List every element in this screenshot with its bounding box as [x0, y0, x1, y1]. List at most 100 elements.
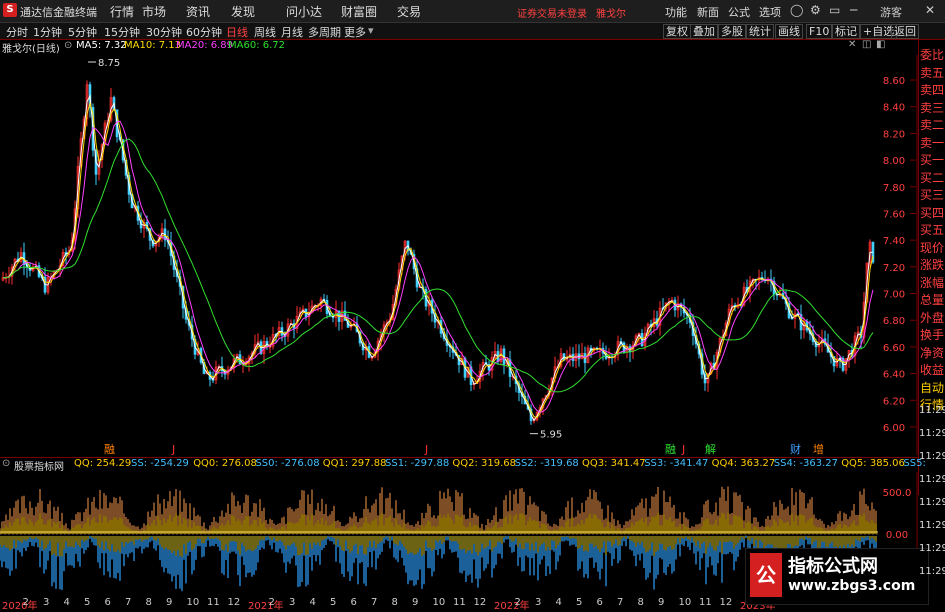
time-label: 11:29	[919, 451, 945, 462]
side-panel-item[interactable]: 自动	[920, 381, 944, 395]
tab-monthly[interactable]: 月线	[281, 24, 303, 40]
price-tick-label: 7.20	[883, 263, 905, 274]
ma5-line	[2, 94, 874, 422]
event-marker[interactable]: J	[171, 443, 175, 455]
chart-title: 雅戈尔(日线)	[2, 44, 60, 55]
gear-icon[interactable]: ⚙	[810, 3, 821, 17]
menu-trade[interactable]: 交易	[397, 3, 421, 20]
date-tick-label: 5	[576, 597, 583, 608]
side-panel-item[interactable]: 卖四	[920, 83, 944, 97]
tab-daily[interactable]: 日线	[226, 24, 248, 40]
indicator-axis-label: 0.00	[886, 530, 908, 541]
restore-icon[interactable]: ─	[850, 3, 857, 17]
low-price-label: 5.95	[540, 430, 562, 441]
side-panel-item[interactable]: 买四	[920, 206, 944, 220]
side-panel-item[interactable]: 卖二	[920, 118, 944, 132]
user-icon[interactable]: ◯	[790, 3, 803, 17]
side-panel-item[interactable]: 外盘	[920, 311, 944, 325]
indicator-name[interactable]: 股票指标网	[14, 458, 64, 473]
minimize-icon[interactable]: ▭	[829, 3, 840, 17]
side-panel-item[interactable]: 买三	[920, 188, 944, 202]
tool-function[interactable]: 功能	[665, 4, 687, 20]
btn-f10[interactable]: F10	[806, 24, 833, 39]
btn-mark[interactable]: 标记	[832, 24, 860, 39]
chart-expand-icon[interactable]: ◫	[862, 39, 871, 50]
tab-60min[interactable]: 60分钟	[186, 24, 222, 40]
high-price-label: 8.75	[98, 58, 120, 69]
tab-multi-period[interactable]: 多周期	[308, 24, 341, 40]
side-panel-item[interactable]: 买五	[920, 223, 944, 237]
menu-wealth[interactable]: 财富圈	[341, 3, 377, 20]
btn-multi-stock[interactable]: 多股	[718, 24, 746, 39]
indicator-value: QQ1: 297.88	[322, 458, 387, 469]
side-panel-item[interactable]: 买一	[920, 153, 944, 167]
side-panel-item[interactable]: 卖一	[920, 136, 944, 150]
btn-draw[interactable]: 画线	[775, 24, 803, 39]
event-marker[interactable]: 财	[790, 442, 801, 455]
candlestick-chart[interactable]: 8.60 8.40 8.20 8.00 7.80 7.60 7.40 7.20 7.00 6.80…	[0, 55, 918, 455]
tab-intraday[interactable]: 分时	[6, 24, 28, 40]
btn-adjust[interactable]: 复权	[663, 24, 691, 39]
close-icon[interactable]: ✕	[925, 3, 935, 17]
event-marker[interactable]: J	[424, 443, 428, 455]
btn-overlay[interactable]: 叠加	[690, 24, 718, 39]
menu-quotes[interactable]: 行情	[110, 3, 134, 20]
side-panel-item[interactable]: 总量	[920, 293, 944, 307]
side-panel-item[interactable]: 收益	[920, 363, 944, 377]
ma60-value: MA60: 6.72	[228, 40, 286, 51]
side-panel-item[interactable]: 卖五	[920, 66, 944, 80]
tool-formula[interactable]: 公式	[728, 4, 750, 20]
price-tick-label: 7.40	[883, 236, 905, 247]
date-tick-label: 2	[514, 597, 521, 608]
app-logo-icon: S	[3, 3, 17, 17]
tool-options[interactable]: 选项	[759, 4, 781, 20]
side-panel-item[interactable]: 委比	[920, 48, 944, 62]
price-tick-label: 6.20	[883, 396, 905, 407]
tab-weekly[interactable]: 周线	[254, 24, 276, 40]
date-tick-label: 5	[84, 597, 91, 608]
event-marker[interactable]: J	[681, 443, 685, 455]
event-marker[interactable]: 融	[104, 443, 115, 455]
price-tick-label: 8.40	[883, 103, 905, 114]
side-panel-item[interactable]: 卖三	[920, 101, 944, 115]
tab-30min[interactable]: 30分钟	[146, 24, 182, 40]
ma5-value: MA5: 7.32	[76, 40, 127, 51]
stock-name-title: 雅戈尔	[596, 9, 626, 20]
date-tick-label: 7	[125, 597, 132, 608]
side-panel-item[interactable]: 现价	[920, 241, 944, 255]
event-marker[interactable]: 融	[665, 443, 676, 455]
event-marker[interactable]: 增	[813, 442, 824, 455]
title-bar: S 通达信金融终端 行情 市场 资讯 发现 问小达 财富圈 交易 证券交易未登录…	[0, 0, 945, 23]
chart-settings-icon[interactable]: ✕	[848, 39, 856, 50]
date-tick-label: 9	[658, 597, 665, 608]
tab-1min[interactable]: 1分钟	[33, 24, 62, 40]
settings-circle-icon[interactable]: ⊙	[64, 40, 72, 51]
menu-market[interactable]: 市场	[142, 3, 166, 20]
event-marker[interactable]: 解	[705, 442, 716, 455]
time-label: 11:29	[919, 405, 945, 416]
ma10-value: MA10: 7.13	[124, 40, 182, 51]
indicator-settings-icon[interactable]: ⊙	[2, 458, 10, 469]
menu-xiaoda[interactable]: 问小达	[286, 3, 322, 20]
tool-new-page[interactable]: 新面	[697, 4, 719, 20]
side-panel-item[interactable]: 净资	[920, 346, 944, 360]
chevron-down-icon[interactable]: ▾	[368, 24, 374, 37]
guest-label[interactable]: 游客	[880, 4, 902, 20]
tab-15min[interactable]: 15分钟	[104, 24, 140, 40]
side-panel-item[interactable]: 涨幅	[920, 276, 944, 290]
tab-5min[interactable]: 5分钟	[68, 24, 97, 40]
indicator-value: SS3: -341.47	[644, 458, 709, 469]
side-panel-item[interactable]: 涨跌	[920, 258, 944, 272]
btn-stats[interactable]: 统计	[746, 24, 774, 39]
btn-back[interactable]: 返回	[891, 24, 919, 39]
side-panel-item[interactable]: 买二	[920, 171, 944, 185]
side-panel-item[interactable]: 换手	[920, 328, 944, 342]
indicator-value: SS: -254.29	[131, 458, 189, 469]
menu-discover[interactable]: 发现	[231, 3, 255, 20]
candles	[1, 80, 875, 425]
price-tick-label: 7.80	[883, 183, 905, 194]
tab-more[interactable]: 更多	[344, 24, 366, 40]
trade-login-notice[interactable]: 证券交易未登录	[517, 5, 587, 20]
chart-collapse-icon[interactable]: ◧	[876, 39, 885, 50]
menu-news[interactable]: 资讯	[186, 3, 210, 20]
